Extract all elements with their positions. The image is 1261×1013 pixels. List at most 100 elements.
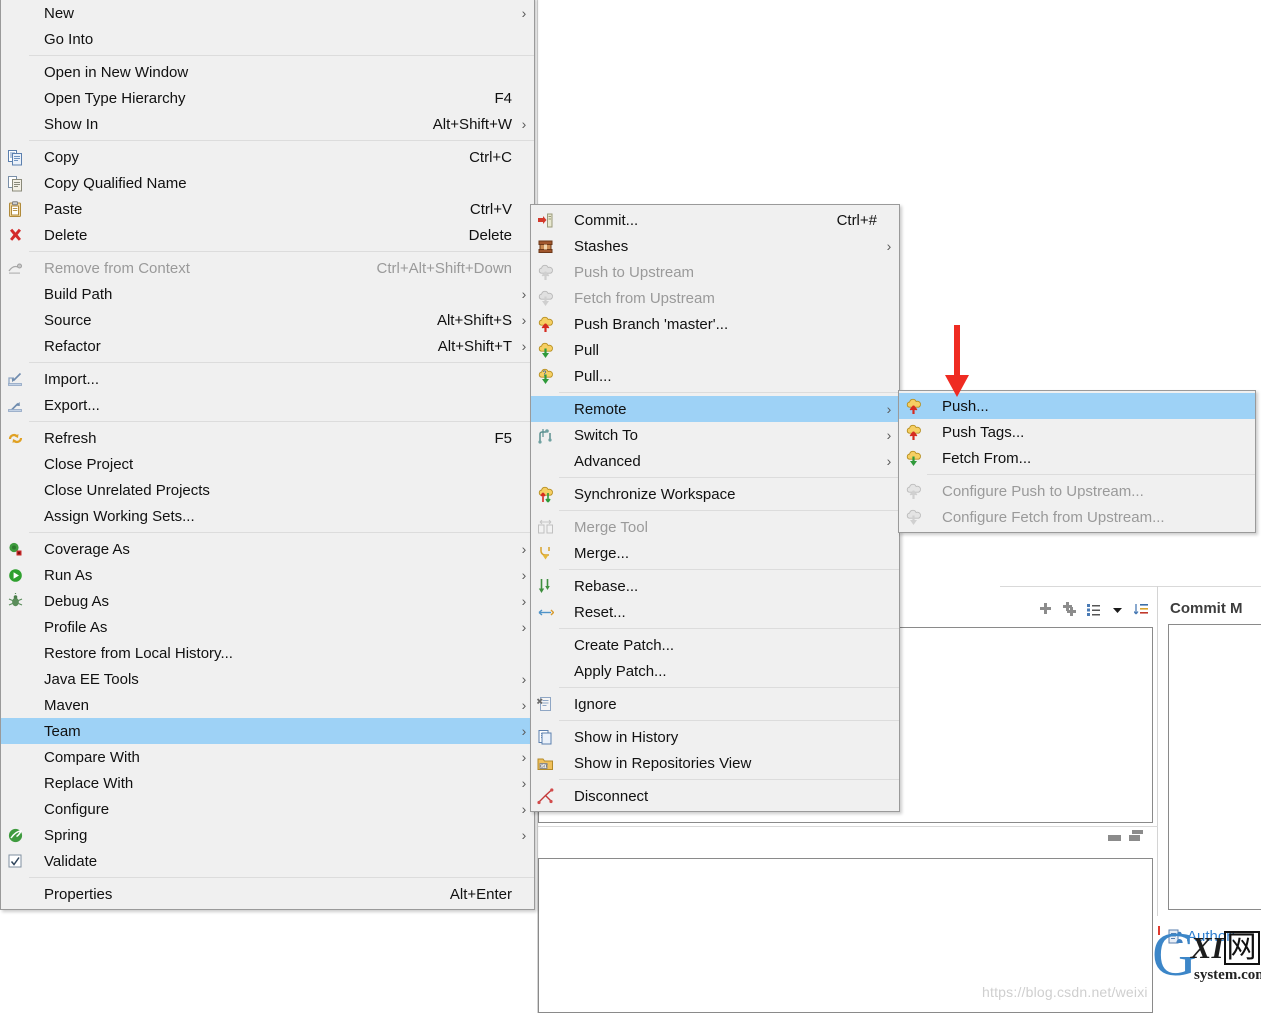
menu-item-show-in-repositories-view[interactable]: GIT Show in Repositories View — [531, 750, 899, 776]
menu-item-assign-working-sets[interactable]: Assign Working Sets... — [1, 503, 534, 529]
menu-item-team[interactable]: Team › — [1, 718, 534, 744]
menu-item-label: Paste — [44, 200, 83, 218]
menu-item-source[interactable]: Source Alt+Shift+S › — [1, 307, 534, 333]
menu-item-close-project[interactable]: Close Project — [1, 451, 534, 477]
menu-item-spring[interactable]: Spring › — [1, 822, 534, 848]
commit-message-panel[interactable] — [1168, 624, 1261, 910]
menu-item-open-type-hierarchy[interactable]: Open Type Hierarchy F4 — [1, 85, 534, 111]
menu-item-paste[interactable]: Paste Ctrl+V — [1, 196, 534, 222]
menu-item-close-unrelated-projects[interactable]: Close Unrelated Projects — [1, 477, 534, 503]
menu-item-icon-slot — [3, 87, 27, 109]
menu-item-label: Replace With — [44, 774, 134, 792]
menu-item-refresh[interactable]: Refresh F5 — [1, 425, 534, 451]
team-submenu[interactable]: Commit... Ctrl+# Stashes › Push to Upstream F… — [530, 204, 900, 812]
menu-item-merge[interactable]: Merge... — [531, 540, 899, 566]
menu-item-copy[interactable]: Copy Ctrl+C — [1, 144, 534, 170]
menu-item-switch-to[interactable]: Switch To › — [531, 422, 899, 448]
menu-item-refactor[interactable]: Refactor Alt+Shift+T › — [1, 333, 534, 359]
menu-item-push-to-upstream: Push to Upstream — [531, 259, 899, 285]
menu-item-java-ee-tools[interactable]: Java EE Tools › — [1, 666, 534, 692]
menu-item-validate[interactable]: Validate — [1, 848, 534, 874]
menu-item-label: Team — [44, 722, 81, 740]
run-icon — [3, 564, 27, 586]
svg-text:GIT: GIT — [540, 763, 548, 768]
menu-item-import[interactable]: Import... — [1, 366, 534, 392]
menu-item-compare-with[interactable]: Compare With › — [1, 744, 534, 770]
chevron-right-icon: › — [886, 238, 892, 254]
menu-item-label: Push... — [942, 397, 989, 415]
menu-item-show-in[interactable]: Show In Alt+Shift+W › — [1, 111, 534, 137]
panel-window-controls[interactable] — [1108, 830, 1143, 841]
menu-item-advanced[interactable]: Advanced › — [531, 448, 899, 474]
stashes-icon — [533, 235, 557, 257]
import-icon — [3, 368, 27, 390]
maximize-icon[interactable] — [1129, 830, 1143, 841]
menu-item-maven[interactable]: Maven › — [1, 692, 534, 718]
menu-item-label: Reset... — [574, 603, 626, 621]
menu-item-debug-as[interactable]: Debug As › — [1, 588, 534, 614]
menu-item-label: Advanced — [574, 452, 641, 470]
menu-item-remote[interactable]: Remote › — [531, 396, 899, 422]
menu-item-restore-from-local-history[interactable]: Restore from Local History... — [1, 640, 534, 666]
menu-item-commit[interactable]: Commit... Ctrl+# — [531, 207, 899, 233]
menu-item-open-in-new-window[interactable]: Open in New Window — [1, 59, 534, 85]
menu-item-label: Assign Working Sets... — [44, 507, 195, 525]
menu-item-ignore[interactable]: Ignore — [531, 691, 899, 717]
menu-item-build-path[interactable]: Build Path › — [1, 281, 534, 307]
menu-item-configure[interactable]: Configure › — [1, 796, 534, 822]
menu-item-label: Configure Fetch from Upstream... — [942, 508, 1165, 526]
menu-item-label: Show In — [44, 115, 99, 133]
menu-item-accelerator: Alt+Shift+T — [437, 337, 512, 355]
remote-submenu[interactable]: Push... Push Tags... Fetch From... Configur… — [898, 390, 1256, 533]
menu-item-replace-with[interactable]: Replace With › — [1, 770, 534, 796]
panel-divider-right — [1157, 586, 1158, 916]
menu-item-label: Switch To — [574, 426, 638, 444]
menu-item-apply-patch[interactable]: Apply Patch... — [531, 658, 899, 684]
menu-item-export[interactable]: Export... — [1, 392, 534, 418]
menu-item-disconnect[interactable]: Disconnect — [531, 783, 899, 809]
menu-item-icon-slot — [533, 398, 557, 420]
menu-item-create-patch[interactable]: Create Patch... — [531, 632, 899, 658]
menu-item-push-branch-master[interactable]: Push Branch 'master'... — [531, 311, 899, 337]
menu-item-label: Validate — [44, 852, 98, 870]
menu-item-rebase[interactable]: Rebase... — [531, 573, 899, 599]
menu-item-icon-slot — [533, 450, 557, 472]
menu-separator — [29, 877, 534, 878]
chevron-right-icon: › — [521, 116, 527, 132]
menu-item-pull[interactable]: ? Pull... — [531, 363, 899, 389]
sort-icon[interactable] — [1134, 602, 1149, 617]
watermark-logo: G XI 网 system.com — [1152, 924, 1261, 986]
merge-icon — [533, 542, 557, 564]
staging-toolbar[interactable] — [1038, 602, 1149, 617]
menu-item-run-as[interactable]: Run As › — [1, 562, 534, 588]
menu-item-label: Remote — [574, 400, 627, 418]
menu-item-stashes[interactable]: Stashes › — [531, 233, 899, 259]
project-context-menu[interactable]: New › Go Into Open in New Window Open Type H… — [0, 0, 535, 910]
menu-item-push-tags[interactable]: Push Tags... — [899, 419, 1255, 445]
menu-item-go-into[interactable]: Go Into — [1, 26, 534, 52]
list-view-icon[interactable] — [1086, 602, 1101, 617]
commit-icon — [533, 209, 557, 231]
minimize-icon[interactable] — [1108, 835, 1121, 841]
menu-item-synchronize-workspace[interactable]: Synchronize Workspace — [531, 481, 899, 507]
add-all-icon[interactable] — [1062, 602, 1077, 617]
menu-item-new[interactable]: New › — [1, 0, 534, 26]
menu-item-properties[interactable]: Properties Alt+Enter — [1, 881, 534, 907]
menu-item-fetch-from[interactable]: Fetch From... — [899, 445, 1255, 471]
menu-item-profile-as[interactable]: Profile As › — [1, 614, 534, 640]
menu-item-label: Close Unrelated Projects — [44, 481, 210, 499]
menu-item-icon-slot — [3, 61, 27, 83]
menu-item-coverage-as[interactable]: Coverage As › — [1, 536, 534, 562]
add-icon[interactable] — [1038, 602, 1053, 617]
menu-item-label: Restore from Local History... — [44, 644, 233, 662]
menu-item-reset[interactable]: Reset... — [531, 599, 899, 625]
menu-item-icon-slot — [3, 335, 27, 357]
menu-item-icon-slot — [3, 28, 27, 50]
menu-item-delete[interactable]: Delete Delete — [1, 222, 534, 248]
menu-item-show-in-history[interactable]: Show in History — [531, 724, 899, 750]
menu-item-copy-qualified-name[interactable]: Copy Qualified Name — [1, 170, 534, 196]
menu-item-label: Rebase... — [574, 577, 639, 595]
svg-text:?: ? — [542, 370, 546, 377]
chevron-down-icon[interactable] — [1110, 602, 1125, 617]
menu-item-pull[interactable]: Pull — [531, 337, 899, 363]
